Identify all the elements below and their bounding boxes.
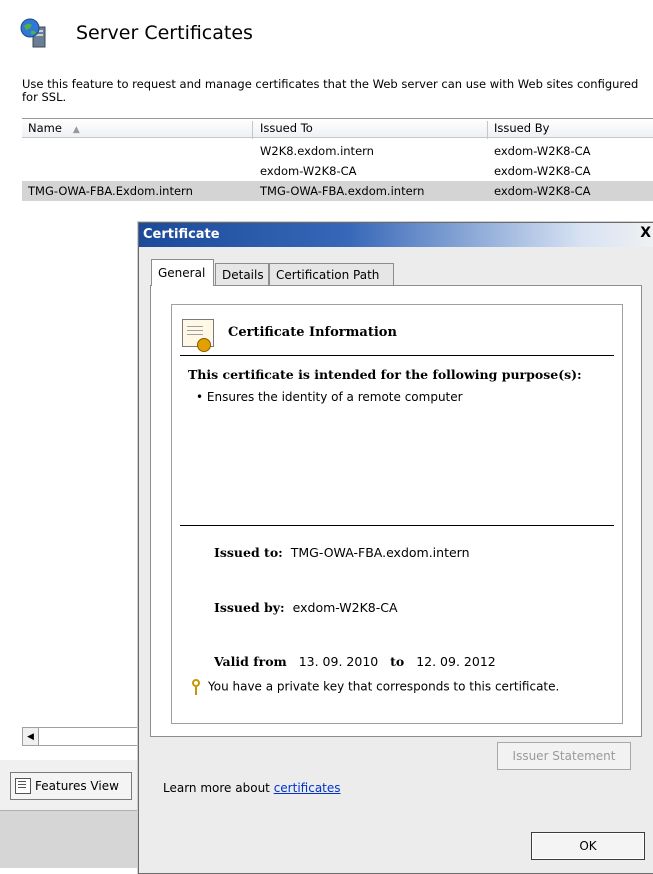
tab-certification-path[interactable]: Certification Path (269, 263, 394, 285)
horizontal-scrollbar[interactable]: ◀ (22, 727, 144, 746)
features-view-icon (15, 778, 31, 794)
valid-from-value: 13. 09. 2010 (298, 654, 379, 669)
close-icon[interactable]: X (640, 225, 651, 241)
dialog-titlebar[interactable]: Certificate X (139, 223, 653, 247)
general-tab-panel: Certificate Information This certificate… (150, 285, 642, 737)
tab-general[interactable]: General (151, 259, 214, 286)
column-header-issued-to[interactable]: Issued To (260, 121, 313, 135)
page-description: Use this feature to request and manage c… (22, 77, 639, 104)
column-separator[interactable] (487, 121, 488, 139)
valid-to-label: to (390, 654, 405, 669)
issued-to-value: TMG-OWA-FBA.exdom.intern (290, 545, 470, 560)
sort-ascending-icon: ▲ (72, 125, 80, 135)
scroll-left-arrow-icon[interactable]: ◀ (23, 728, 39, 745)
private-key-note: You have a private key that corresponds … (208, 679, 560, 694)
page-title: Server Certificates (76, 22, 253, 44)
column-separator[interactable] (252, 121, 253, 139)
key-icon (190, 679, 202, 695)
divider (180, 355, 614, 356)
issued-by-label: Issued by: (214, 600, 285, 615)
column-header-name[interactable]: Name ▲ (28, 121, 80, 135)
valid-from-label: Valid from (214, 654, 287, 669)
table-row-selected[interactable]: TMG-OWA-FBA.Exdom.intern TMG-OWA-FBA.exd… (22, 181, 653, 201)
features-view-button[interactable]: Features View (10, 772, 132, 800)
page-header: Server Certificates (20, 16, 253, 50)
purpose-item: • Ensures the identity of a remote compu… (196, 390, 463, 404)
certificate-info-box: Certificate Information This certificate… (171, 304, 623, 724)
issued-by-value: exdom-W2K8-CA (292, 600, 398, 615)
issued-to-row: Issued to: TMG-OWA-FBA.exdom.intern (214, 545, 470, 560)
column-header-issued-by[interactable]: Issued By (494, 121, 549, 135)
issued-to-label: Issued to: (214, 545, 283, 560)
table-row[interactable]: W2K8.exdom.intern exdom-W2K8-CA (22, 141, 653, 161)
certificate-dialog: Certificate X General Details Certificat… (138, 222, 653, 874)
divider (180, 525, 614, 526)
certificates-link[interactable]: certificates (274, 781, 341, 795)
valid-to-value: 12. 09. 2012 (416, 654, 496, 669)
tab-details[interactable]: Details (215, 263, 269, 285)
purpose-heading: This certificate is intended for the fol… (188, 367, 582, 382)
certificate-info-title: Certificate Information (228, 325, 397, 340)
server-certificates-icon (20, 18, 50, 48)
grid-header: Name ▲ Issued To Issued By (22, 119, 653, 139)
private-key-row: You have a private key that corresponds … (190, 679, 559, 695)
issuer-statement-button[interactable]: Issuer Statement (497, 742, 631, 770)
certificate-icon (182, 319, 214, 352)
table-row[interactable]: exdom-W2K8-CA exdom-W2K8-CA (22, 161, 653, 181)
validity-row: Valid from 13. 09. 2010 to 12. 09. 2012 (214, 654, 496, 669)
ok-button[interactable]: OK (531, 832, 645, 860)
dialog-title: Certificate (143, 227, 220, 242)
issued-by-row: Issued by: exdom-W2K8-CA (214, 600, 398, 615)
learn-more: Learn more about certificates (163, 781, 341, 795)
